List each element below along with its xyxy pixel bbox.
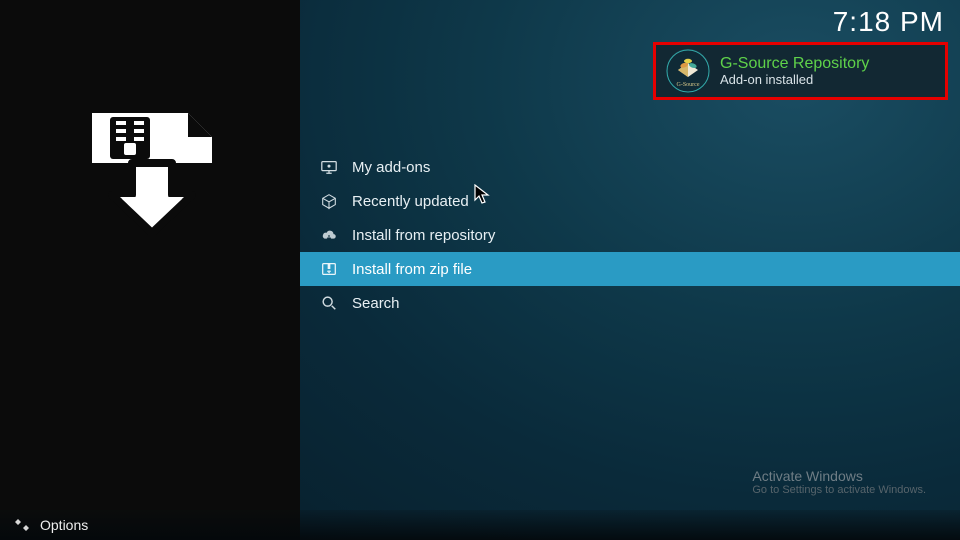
- menu-item-label: Recently updated: [352, 193, 469, 210]
- install-toast: G-Source G-Source Repository Add-on inst…: [653, 42, 948, 100]
- svg-text:G-Source: G-Source: [677, 82, 700, 88]
- options-icon[interactable]: [14, 517, 30, 533]
- toast-text: G-Source Repository Add-on installed: [720, 55, 869, 88]
- footer-bar: Options: [0, 510, 960, 540]
- windows-activation-watermark: Activate Windows Go to Settings to activ…: [752, 468, 926, 496]
- zip-icon: [320, 260, 338, 278]
- menu-my-addons[interactable]: My add-ons: [300, 150, 960, 184]
- watermark-subtitle: Go to Settings to activate Windows.: [752, 484, 926, 496]
- menu-recently-updated[interactable]: Recently updated: [300, 184, 960, 218]
- menu-item-label: Install from repository: [352, 227, 495, 244]
- toast-addon-icon: G-Source: [666, 49, 710, 93]
- options-button[interactable]: Options: [40, 517, 88, 533]
- cloud-download-icon: [320, 226, 338, 244]
- mouse-cursor-icon: [474, 184, 492, 211]
- toast-subtitle: Add-on installed: [720, 72, 869, 87]
- watermark-title: Activate Windows: [752, 468, 926, 484]
- left-sidebar: [0, 0, 300, 540]
- menu-item-label: Search: [352, 295, 400, 312]
- search-icon: [320, 294, 338, 312]
- menu-install-zip[interactable]: Install from zip file: [300, 252, 960, 286]
- menu-install-repository[interactable]: Install from repository: [300, 218, 960, 252]
- monitor-icon: [320, 158, 338, 176]
- addon-menu-list: My add-ons Recently updated Install from…: [300, 150, 960, 320]
- clock: 7:18 PM: [833, 6, 944, 38]
- box-icon: [320, 192, 338, 210]
- zip-download-graphic: [80, 105, 220, 235]
- menu-search[interactable]: Search: [300, 286, 960, 320]
- menu-item-label: Install from zip file: [352, 261, 472, 278]
- menu-item-label: My add-ons: [352, 159, 430, 176]
- toast-title: G-Source Repository: [720, 55, 869, 73]
